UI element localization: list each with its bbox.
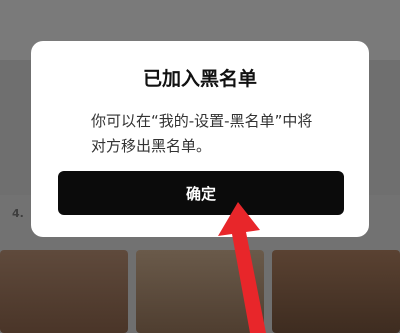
- confirm-button[interactable]: 确定: [58, 171, 344, 215]
- background-photo-2: [136, 250, 264, 333]
- screen: 4. 已加入黑名单 你可以在“我的-设置-黑名单”中将对方移出黑名单。 确定: [0, 0, 400, 333]
- background-photo-3: [272, 250, 400, 333]
- dialog-message: 你可以在“我的-设置-黑名单”中将对方移出黑名单。: [91, 112, 313, 155]
- background-side-text: 4.: [12, 207, 24, 220]
- blacklist-dialog: 已加入黑名单 你可以在“我的-设置-黑名单”中将对方移出黑名单。 确定: [31, 41, 369, 237]
- dialog-title: 已加入黑名单: [142, 68, 257, 90]
- background-photo-1: [0, 250, 128, 333]
